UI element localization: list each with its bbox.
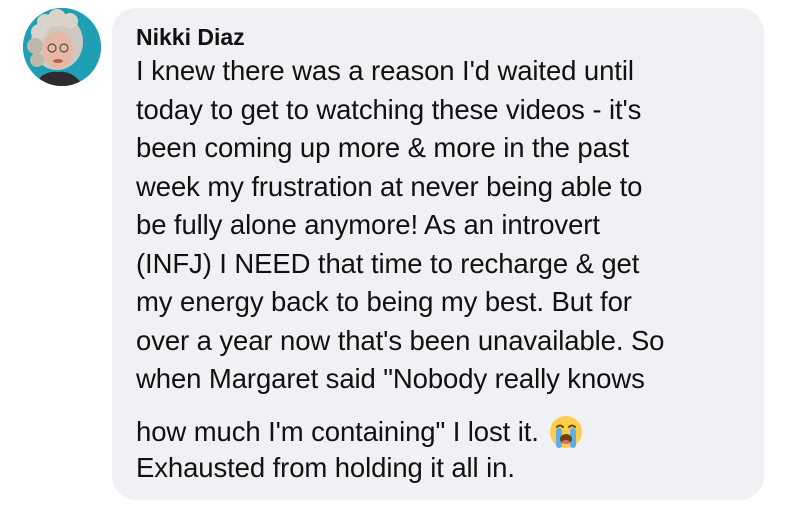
comment-author-name[interactable]: Nikki Diaz xyxy=(136,22,740,52)
comment-line: Exhausted from holding it all in. xyxy=(136,451,515,483)
comment-line: be fully alone anymore! As an introvert xyxy=(136,209,600,240)
comment-bubble: Nikki Diaz I knew there was a reason I'd… xyxy=(112,8,764,500)
comment-line: over a year now that's been unavailable.… xyxy=(136,324,665,356)
comment-line: today to get to watching these videos - … xyxy=(136,93,642,125)
avatar[interactable] xyxy=(23,8,101,86)
comment-line: when Margaret said "Nobody really knows xyxy=(136,363,645,394)
comment-line: been coming up more & more in the past xyxy=(136,132,629,163)
profile-photo xyxy=(23,8,101,86)
comment-text: I knew there was a reason I'd waited unt… xyxy=(136,52,740,487)
comment-line: my energy back to being my best. But for xyxy=(136,286,632,317)
comment-line: how much I'm containing" I lost it. xyxy=(136,399,740,449)
comment-line: week my frustration at never being able … xyxy=(136,170,643,202)
loudly-crying-face-icon xyxy=(549,407,583,473)
comment-line: I knew there was a reason I'd waited unt… xyxy=(136,55,634,86)
comment-line: (INFJ) I NEED that time to recharge & ge… xyxy=(136,247,640,279)
comment-line-text: how much I'm containing" I lost it. xyxy=(136,415,539,447)
